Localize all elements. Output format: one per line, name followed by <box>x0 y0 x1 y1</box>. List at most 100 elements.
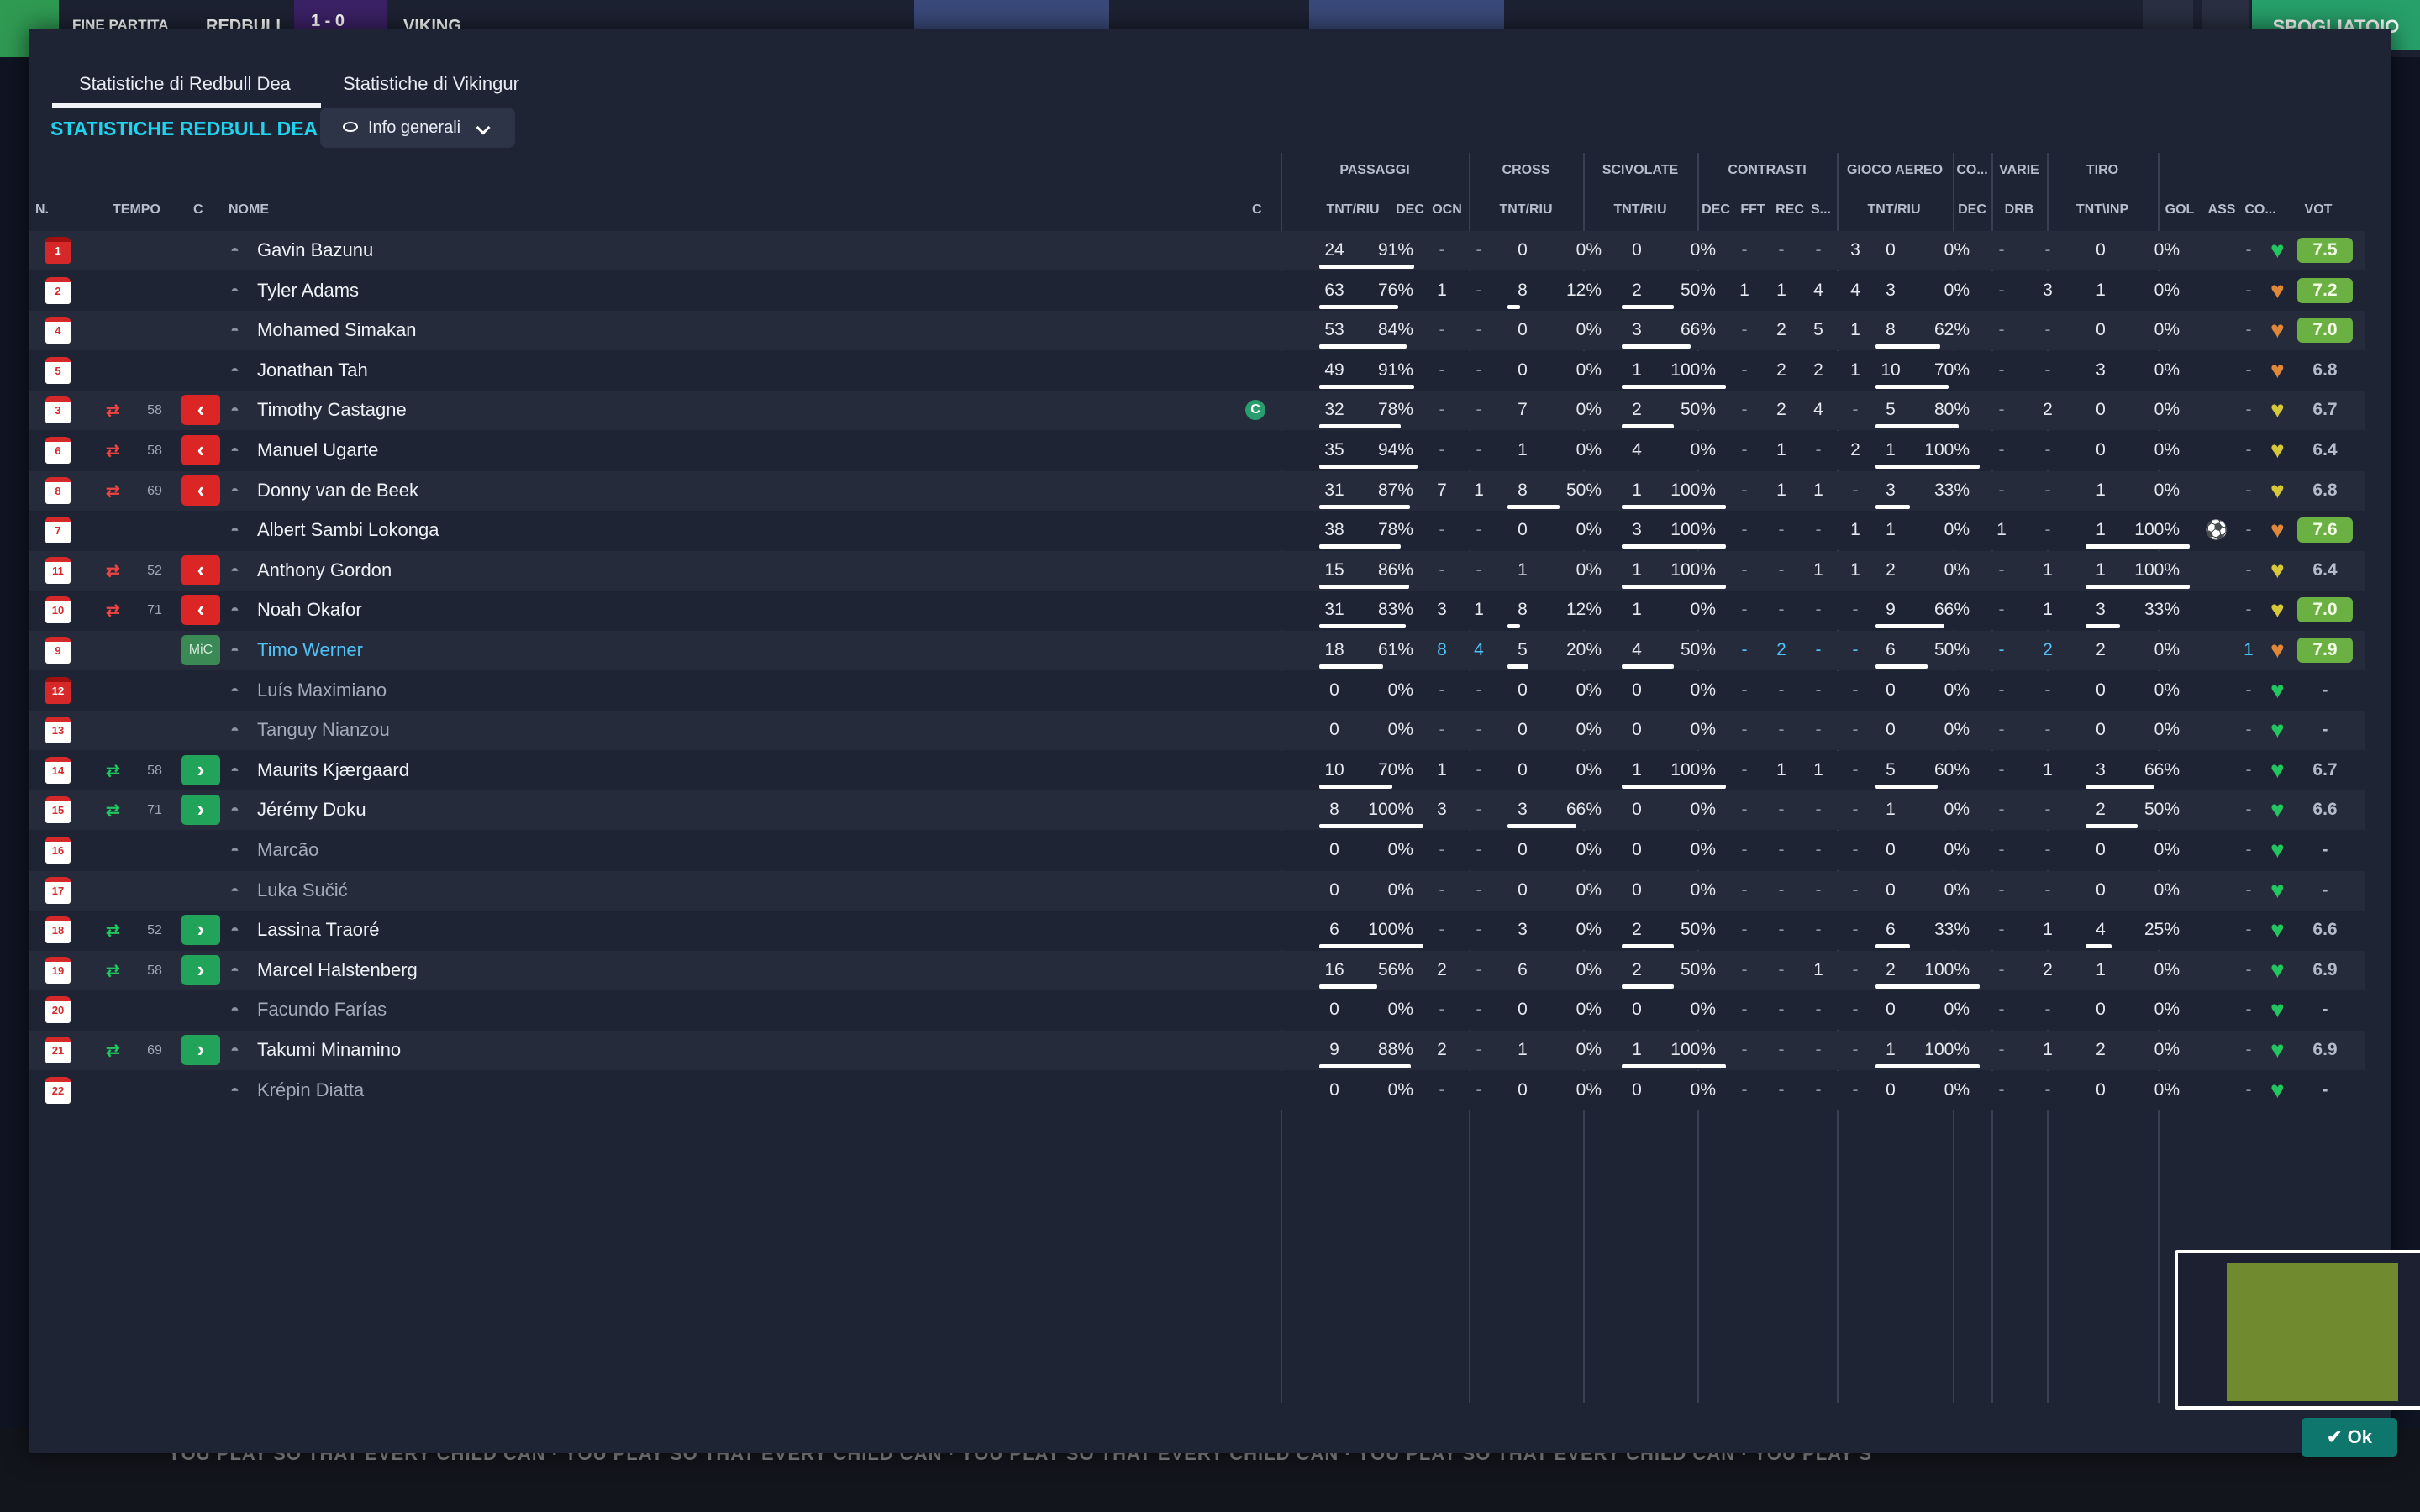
contrasti-rec: 1 <box>1813 559 1823 580</box>
aerial-bar <box>1876 384 1949 389</box>
substitution-minute: 69 <box>147 483 162 498</box>
tab-vikingur-stats[interactable]: Statistiche di Vikingur <box>343 62 561 108</box>
tab-redbull-stats[interactable]: Statistiche di Redbull Dea <box>52 62 321 108</box>
col-header-cross-tnt-riu[interactable]: TNT/RIU <box>1476 202 1576 218</box>
dribbles: - <box>2044 879 2051 900</box>
co-dec: - <box>1998 759 2005 780</box>
match-minimap-thumbnail[interactable] <box>2175 1250 2420 1410</box>
col-header-c[interactable]: C <box>193 202 208 218</box>
player-name[interactable]: Noah Okafor <box>257 599 362 621</box>
shirt-number-icon: 3 <box>45 396 71 424</box>
view-dropdown[interactable]: Info generali <box>320 108 515 148</box>
contrasti-s: 1 <box>1850 520 1860 540</box>
shirt-number-icon: 6 <box>45 437 71 464</box>
cross-pct: 0% <box>1576 720 1602 740</box>
match-progress-bar-2 <box>1309 0 1504 29</box>
player-name[interactable]: Takumi Minamino <box>257 1039 401 1061</box>
col-header-vot[interactable]: VOT <box>2291 202 2346 218</box>
col-header-contr-fft[interactable]: FFT <box>1736 202 1770 218</box>
aerial-pct: 0% <box>1944 800 1970 820</box>
subbed-off-icon: ‹ <box>182 395 220 426</box>
condition-heart-icon: ♥ <box>2270 756 2285 783</box>
dribbles: 1 <box>2043 920 2053 940</box>
aerial-pct: 33% <box>1933 920 1970 940</box>
cross-pct: 0% <box>1576 680 1602 700</box>
player-name[interactable]: Anthony Gordon <box>257 559 392 581</box>
cross-bar <box>1507 664 1528 669</box>
shots-pct: 0% <box>2154 1040 2180 1059</box>
pass-ocn: 4 <box>1474 640 1484 659</box>
contrasti-fft: - <box>1778 879 1785 900</box>
assists: - <box>2245 1079 2252 1100</box>
player-name[interactable]: Timo Werner <box>257 639 363 661</box>
col-header-nome[interactable]: NOME <box>229 202 296 218</box>
player-name[interactable]: Lassina Traoré <box>257 919 380 941</box>
assists: - <box>2245 920 2252 940</box>
co-dec: - <box>1998 240 2005 260</box>
condition-heart-icon: ♥ <box>2270 556 2285 583</box>
dribbles: 1 <box>2043 1040 2053 1059</box>
col-header-varie-drb[interactable]: DRB <box>2000 202 2039 218</box>
col-header-ass[interactable]: ASS <box>2205 202 2238 218</box>
ok-button[interactable]: ✔ Ok <box>2302 1418 2397 1457</box>
col-header-contr-s[interactable]: S... <box>1807 202 1835 218</box>
cross-pct: 0% <box>1576 879 1602 900</box>
subbed-off-icon: ‹ <box>182 554 220 585</box>
player-name[interactable]: Albert Sambi Lokonga <box>257 519 439 541</box>
cross-pct: 0% <box>1576 400 1602 420</box>
contrasti-rec: - <box>1815 520 1822 540</box>
shirt-number-icon: 20 <box>45 996 71 1024</box>
col-header-pass-dec[interactable]: DEC <box>1393 202 1427 218</box>
pass-dec: - <box>1439 240 1445 260</box>
col-header-aereo-tnt-riu[interactable]: TNT/RIU <box>1844 202 1944 218</box>
col-header-pass-ocn[interactable]: OCN <box>1430 202 1464 218</box>
contrasti-rec: 4 <box>1813 280 1823 300</box>
player-name[interactable]: Marcão <box>257 839 318 861</box>
col-header-co-dec[interactable]: DEC <box>1954 202 1990 218</box>
cross-pct: 0% <box>1576 520 1602 540</box>
col-header-tiro-tnt-inp[interactable]: TNT\INP <box>2052 202 2153 218</box>
position-badge: MiC <box>182 635 220 665</box>
col-header-co[interactable]: CO... <box>2242 202 2279 218</box>
player-name[interactable]: Gavin Bazunu <box>257 239 373 261</box>
cross-pct: 0% <box>1576 1000 1602 1020</box>
col-header-contr-dec[interactable]: DEC <box>1699 202 1733 218</box>
player-name[interactable]: Timothy Castagne <box>257 399 407 421</box>
pass-bar <box>1319 784 1392 789</box>
col-header-contr-rec[interactable]: REC <box>1773 202 1807 218</box>
player-name[interactable]: Krépin Diatta <box>257 1079 364 1101</box>
player-name[interactable]: Tanguy Nianzou <box>257 719 390 741</box>
assists: - <box>2245 240 2252 260</box>
col-header-sciv-tnt-riu[interactable]: TNT/RIU <box>1590 202 1691 218</box>
contrasti-s: - <box>1852 600 1859 620</box>
col-header-pass-tnt-riu[interactable]: TNT/RIU <box>1302 202 1403 218</box>
subbed-on-icon: › <box>182 1035 220 1065</box>
contrasti-s: - <box>1852 1040 1859 1059</box>
co-dec: - <box>1998 800 2005 820</box>
player-name[interactable]: Luís Maximiano <box>257 680 387 701</box>
player-name[interactable]: Luka Sučić <box>257 879 348 901</box>
shots-bar <box>2086 544 2190 549</box>
col-header-n[interactable]: N. <box>35 202 52 218</box>
player-name[interactable]: Manuel Ugarte <box>257 439 378 461</box>
player-name[interactable]: Marcel Halstenberg <box>257 959 418 981</box>
player-name[interactable]: Jonathan Tah <box>257 360 368 381</box>
player-rating: 7.6 <box>2297 517 2353 543</box>
shots-pct: 0% <box>2154 959 2180 979</box>
player-name[interactable]: Mohamed Simakan <box>257 319 417 341</box>
contrasti-fft: - <box>1778 240 1785 260</box>
contrasti-fft: - <box>1778 1079 1785 1100</box>
player-name[interactable]: Jérémy Doku <box>257 799 366 821</box>
col-header-c2[interactable]: C <box>1252 202 1269 218</box>
player-name[interactable]: Maurits Kjærgaard <box>257 759 409 781</box>
player-name[interactable]: Donny van de Beek <box>257 480 418 501</box>
player-name[interactable]: Tyler Adams <box>257 280 359 302</box>
player-name[interactable]: Facundo Farías <box>257 999 387 1021</box>
shots-bar <box>2086 624 2120 629</box>
contrasti-dec: - <box>1741 879 1748 900</box>
col-header-tempo[interactable]: TEMPO <box>113 202 163 218</box>
contrasti-rec: 4 <box>1813 400 1823 420</box>
shots-pct: 0% <box>2154 680 2180 700</box>
col-header-gol[interactable]: GOL <box>2163 202 2196 218</box>
shots-pct: 0% <box>2154 240 2180 260</box>
